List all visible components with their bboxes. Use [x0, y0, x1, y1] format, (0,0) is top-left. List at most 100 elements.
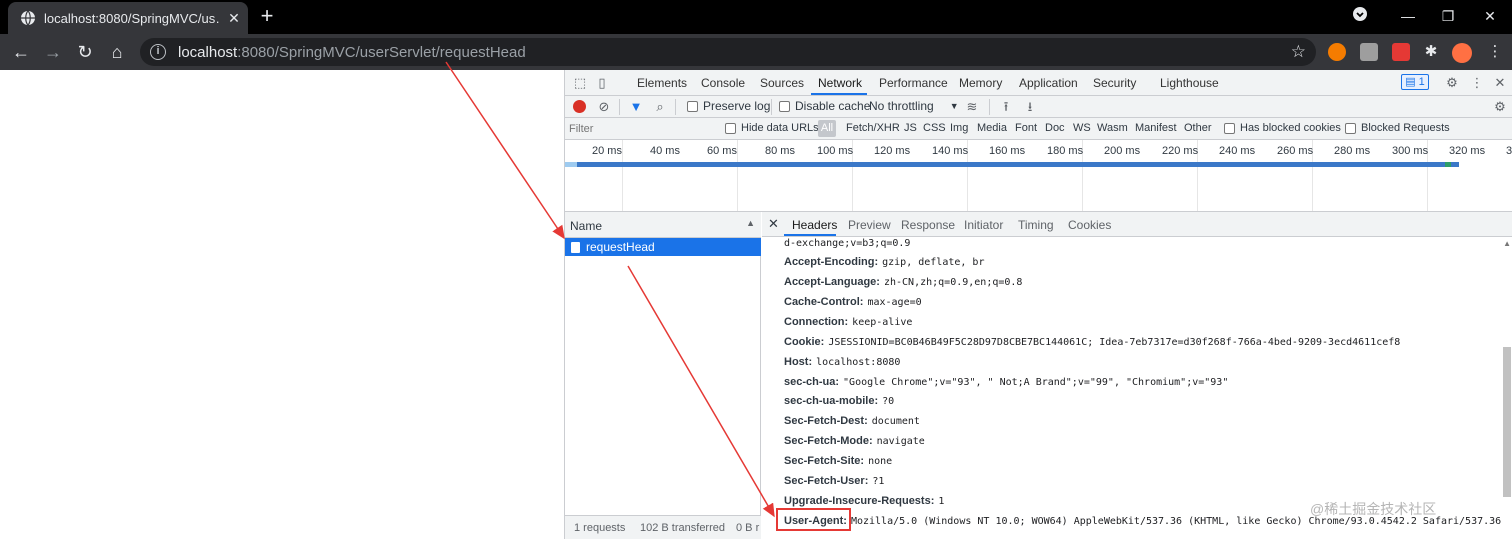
header-name: Sec-Fetch-Dest: — [784, 415, 868, 427]
request-headers-list[interactable]: d-exchange;v=b3;q=0.9 Accept-Encoding: gz… — [762, 237, 1512, 539]
tab-lighthouse[interactable]: Lighthouse — [1160, 76, 1219, 90]
name-column-header[interactable]: Name — [570, 219, 602, 233]
reload-icon[interactable]: ↻ — [74, 41, 96, 63]
address-bar[interactable]: i localhost:8080/SpringMVC/userServlet/r… — [140, 38, 1316, 66]
search-icon[interactable]: ⌕ — [651, 98, 669, 116]
header-value: zh-CN,zh;q=0.9,en;q=0.8 — [883, 277, 1023, 288]
filter-input[interactable] — [569, 121, 715, 137]
tab-sources[interactable]: Sources — [760, 76, 804, 90]
filter-doc[interactable]: Doc — [1045, 122, 1065, 134]
new-tab-button[interactable]: + — [256, 4, 278, 28]
url-path: :8080/SpringMVC/userServlet/requestHead — [237, 43, 526, 61]
header-row: Cache-Control: max-age=0 — [784, 296, 922, 314]
close-tab-icon[interactable]: ✕ — [220, 10, 248, 27]
tab-memory[interactable]: Memory — [959, 76, 1002, 90]
header-name: sec-ch-ua: — [784, 376, 840, 388]
header-row: Sec-Fetch-Mode: navigate — [784, 435, 925, 453]
network-status-bar: 1 requests 102 B transferred 0 B r — [565, 515, 761, 539]
preserve-log-checkbox[interactable]: Preserve log — [687, 99, 770, 113]
tab-application[interactable]: Application — [1019, 76, 1078, 90]
timeline-tick: 40 ms — [650, 145, 680, 157]
request-list-header[interactable]: Name ▲ — [565, 212, 761, 238]
url-host: localhost — [178, 43, 238, 61]
import-har-icon[interactable]: ⭱ — [997, 98, 1015, 116]
device-toolbar-icon[interactable]: ▯ — [593, 74, 611, 92]
browser-toolbar: ← → ↻ ⌂ i localhost:8080/SpringMVC/userS… — [0, 34, 1512, 70]
close-detail-icon[interactable]: ✕ — [768, 216, 779, 232]
back-icon[interactable]: ← — [10, 41, 32, 63]
qr-code-icon[interactable] — [1360, 43, 1378, 61]
restore-icon[interactable]: ❐ — [1438, 6, 1458, 26]
browser-tab[interactable]: localhost:8080/SpringMVC/us… ✕ — [8, 2, 248, 34]
timeline-tick: 140 ms — [932, 145, 969, 157]
has-blocked-cookies-checkbox[interactable]: Has blocked cookies — [1224, 122, 1341, 134]
close-window-icon[interactable]: ✕ — [1480, 6, 1500, 26]
filter-media[interactable]: Media — [977, 122, 1007, 134]
screenshot-icon[interactable] — [1392, 43, 1410, 61]
network-settings-icon[interactable]: ⚙ — [1491, 98, 1509, 116]
network-overview-timeline[interactable]: 20 ms 40 ms 60 ms 80 ms 100 ms 120 ms 14… — [565, 140, 1512, 212]
tab-console[interactable]: Console — [701, 76, 745, 90]
filter-ws[interactable]: WS — [1073, 122, 1091, 134]
extensions-puzzle-icon[interactable]: ✱ — [1422, 43, 1440, 61]
issues-badge[interactable]: ▤ 1 — [1401, 74, 1429, 90]
request-count: 1 requests — [574, 522, 626, 534]
request-row[interactable]: requestHead — [565, 238, 761, 256]
disable-cache-checkbox[interactable]: Disable cache — [779, 99, 870, 113]
filter-font[interactable]: Font — [1015, 122, 1037, 134]
clear-icon[interactable]: ⊘ — [595, 98, 613, 116]
tab-security[interactable]: Security — [1093, 76, 1136, 90]
network-conditions-icon[interactable]: ≋ — [963, 98, 981, 116]
filter-funnel-icon[interactable]: ▼ — [627, 98, 645, 116]
active-tab-indicator — [811, 93, 867, 95]
forward-icon[interactable]: → — [42, 41, 64, 63]
header-name: Host: — [784, 356, 813, 368]
sort-arrow-icon[interactable]: ▲ — [746, 218, 755, 228]
has-blocked-cookies-label: Has blocked cookies — [1240, 122, 1341, 134]
tab-performance[interactable]: Performance — [879, 76, 948, 90]
filter-img[interactable]: Img — [950, 122, 968, 134]
hide-data-urls-label: Hide data URLs — [741, 122, 819, 134]
tab-search-icon[interactable] — [1350, 6, 1370, 26]
blocked-requests-checkbox[interactable]: Blocked Requests — [1345, 122, 1450, 134]
inspect-element-icon[interactable]: ⬚ — [571, 74, 589, 92]
tab-response[interactable]: Response — [901, 218, 955, 232]
throttling-select[interactable]: No throttling ▼ — [869, 99, 959, 113]
filter-js[interactable]: JS — [904, 122, 917, 134]
minimize-icon[interactable]: — — [1398, 6, 1418, 26]
header-row: Accept-Encoding: gzip, deflate, br — [784, 256, 984, 274]
tab-cookies[interactable]: Cookies — [1068, 218, 1111, 232]
filter-all-button[interactable]: All — [818, 120, 836, 137]
tab-preview[interactable]: Preview — [848, 218, 891, 232]
tab-timing[interactable]: Timing — [1018, 218, 1054, 232]
export-har-icon[interactable]: ⭳ — [1021, 98, 1039, 116]
filter-manifest[interactable]: Manifest — [1135, 122, 1177, 134]
divider — [675, 99, 676, 115]
menu-kebab-icon[interactable]: ⋮ — [1486, 43, 1504, 61]
bookmark-star-icon[interactable]: ☆ — [1291, 42, 1306, 62]
tab-headers[interactable]: Headers — [792, 218, 837, 232]
header-row: Connection: keep-alive — [784, 316, 912, 334]
scrollbar-thumb[interactable] — [1503, 347, 1511, 497]
settings-gear-icon[interactable]: ⚙ — [1443, 74, 1461, 92]
extension-icon-1[interactable] — [1328, 43, 1346, 61]
tab-network[interactable]: Network — [818, 76, 862, 90]
request-detail-pane: ✕ Headers Preview Response Initiator Tim… — [762, 212, 1512, 539]
filter-other[interactable]: Other — [1184, 122, 1212, 134]
profile-avatar[interactable] — [1452, 43, 1472, 63]
filter-fetch-xhr[interactable]: Fetch/XHR — [846, 122, 900, 134]
timeline-tick: 160 ms — [989, 145, 1026, 157]
close-devtools-icon[interactable]: ✕ — [1491, 74, 1509, 92]
record-icon[interactable] — [573, 100, 586, 113]
tab-elements[interactable]: Elements — [637, 76, 687, 90]
site-info-icon[interactable]: i — [150, 44, 166, 60]
scroll-up-arrow[interactable]: ▲ — [1503, 239, 1511, 248]
devtools-menu-icon[interactable]: ⋮ — [1468, 74, 1486, 92]
home-icon[interactable]: ⌂ — [106, 41, 128, 63]
tab-initiator[interactable]: Initiator — [964, 218, 1003, 232]
checkbox-box — [1224, 122, 1235, 134]
hide-data-urls-checkbox[interactable]: Hide data URLs — [725, 122, 819, 134]
filter-css[interactable]: CSS — [923, 122, 946, 134]
filter-wasm[interactable]: Wasm — [1097, 122, 1128, 134]
header-name: Sec-Fetch-User: — [784, 475, 869, 487]
